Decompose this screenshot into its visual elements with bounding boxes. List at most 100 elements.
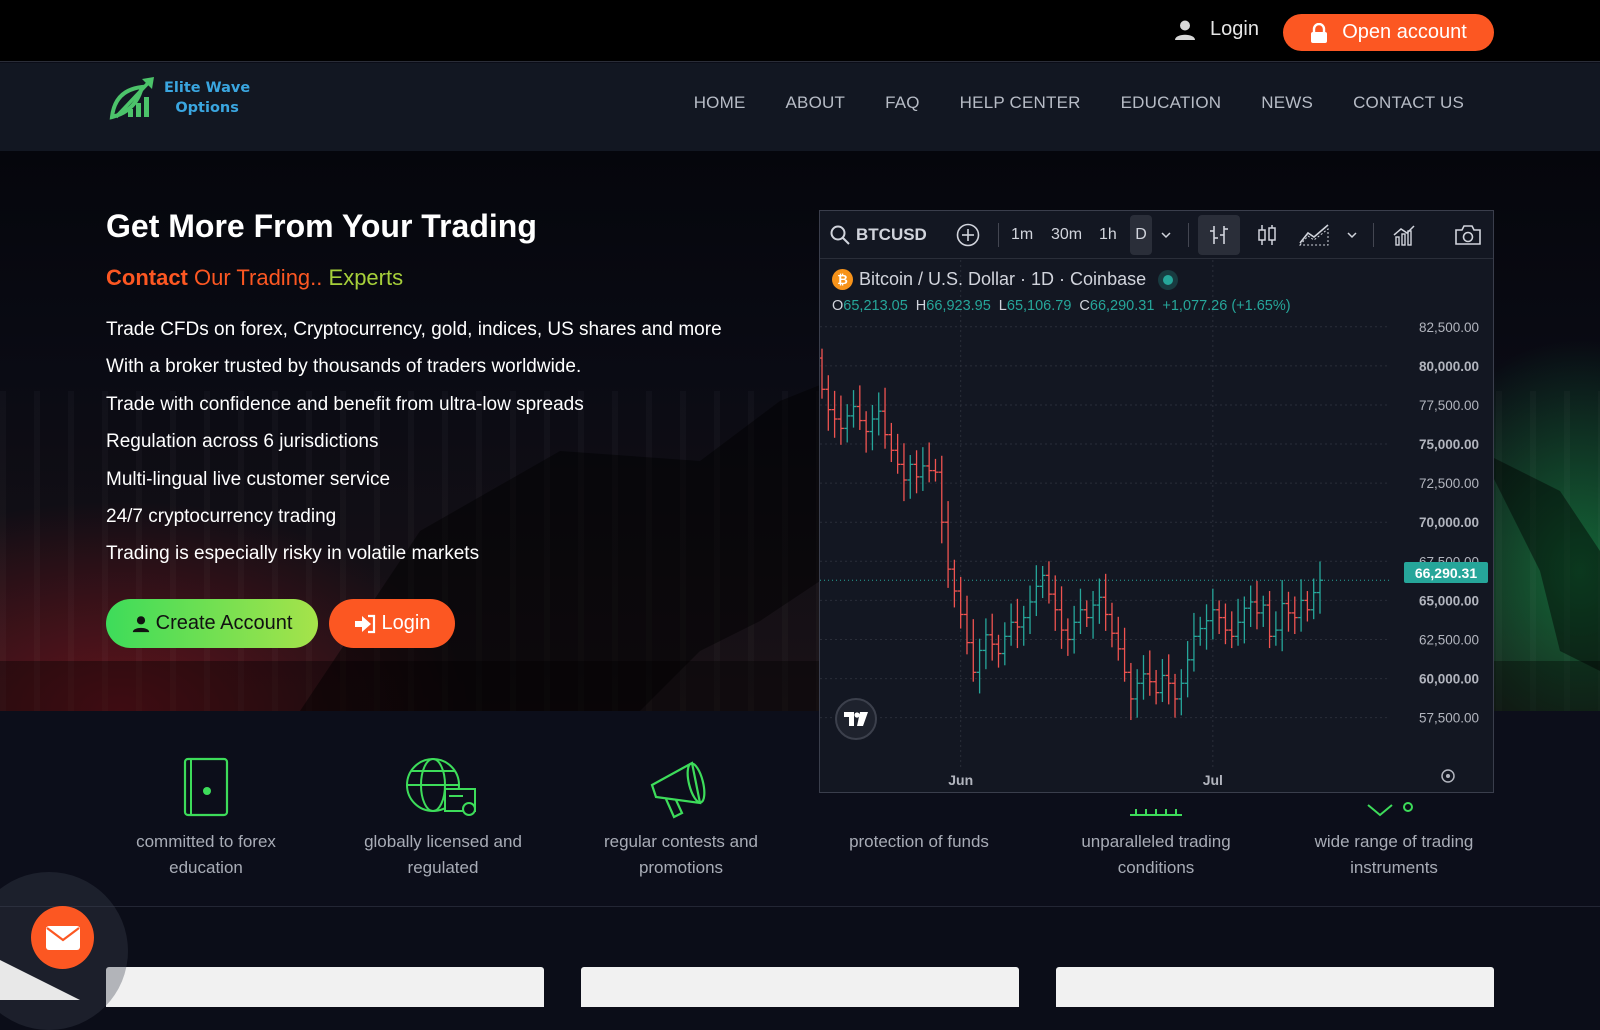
last-price-tag: 66,290.31 — [1404, 562, 1488, 583]
x-tick-label: Jul — [1203, 772, 1223, 788]
toolbar-separator — [1373, 223, 1374, 247]
compare-symbol-button[interactable] — [956, 211, 980, 259]
main-navbar: Elite Wave Options HOME ABOUT FAQ HELP C… — [0, 63, 1600, 151]
hero-tagline: Contact Our Trading.. Experts — [106, 265, 403, 291]
ohlc-change: +1,077.26 (+1.65%) — [1162, 298, 1291, 314]
chart-icon — [1130, 809, 1182, 816]
nav-menu: HOME ABOUT FAQ HELP CENTER EDUCATION NEW… — [694, 93, 1464, 113]
shield-icon — [889, 789, 949, 819]
nav-item-help-center[interactable]: HELP CENTER — [960, 93, 1081, 113]
tradingview-logo-icon[interactable] — [835, 698, 877, 740]
hero-title: Get More From Your Trading — [106, 208, 537, 244]
benefit-label: regular contests and promotions — [603, 832, 759, 877]
hero-login-label: Login — [381, 612, 431, 634]
book-icon — [183, 757, 229, 817]
x-tick-label: Jun — [948, 772, 973, 788]
feature-item: Trading is especially risky in volatile … — [106, 543, 480, 565]
bottom-section — [0, 908, 1600, 1007]
open-account-label: Open account — [1342, 21, 1467, 43]
screenshot-button[interactable] — [1454, 211, 1482, 259]
megaphone-icon — [650, 761, 706, 819]
nav-item-education[interactable]: EDUCATION — [1121, 93, 1222, 113]
nav-item-news[interactable]: NEWS — [1261, 93, 1313, 113]
benefit-item: committed to forex education — [106, 739, 306, 881]
content-card — [106, 967, 544, 1007]
chart-legend: ₿ Bitcoin / U.S. Dollar · 1D · Coinbase — [832, 269, 1179, 290]
content-card — [581, 967, 1019, 1007]
nav-item-contact-us[interactable]: CONTACT US — [1353, 93, 1464, 113]
create-account-button[interactable]: Create Account — [106, 599, 318, 648]
ohlc-close: 66,290.31 — [1089, 298, 1155, 314]
nav-item-about[interactable]: ABOUT — [786, 93, 846, 113]
benefit-label: wide range of trading instruments — [1314, 832, 1474, 877]
bitcoin-icon: ₿ — [832, 269, 853, 290]
chevron-down-icon — [1347, 232, 1357, 239]
brand-name-line2: Options — [175, 100, 239, 116]
market-status-icon — [1158, 269, 1179, 290]
interval-dropdown[interactable] — [1160, 211, 1172, 259]
interval-d[interactable]: D — [1130, 215, 1152, 255]
globe-license-icon — [406, 758, 476, 816]
y-tick-label: 57,500.00 — [1419, 711, 1479, 726]
nav-item-faq[interactable]: FAQ — [885, 93, 920, 113]
ohlc-open-label: O — [832, 298, 844, 314]
ohlc-open: 65,213.05 — [843, 298, 908, 314]
benefit-label: unparalleled trading conditions — [1081, 832, 1231, 877]
instruments-icon — [1367, 802, 1413, 817]
y-tick-label: 62,500.00 — [1419, 632, 1479, 647]
candles-style-button[interactable] — [1256, 211, 1278, 259]
interval-1h[interactable]: 1h — [1099, 211, 1117, 259]
feature-item: Trade with confidence and benefit from u… — [106, 393, 584, 415]
brand-logo[interactable]: Elite Wave Options — [108, 73, 250, 123]
hero-feature-list: Trade CFDs on forex, Cryptocurrency, gol… — [106, 315, 722, 577]
corner-decoration — [0, 960, 80, 1000]
top-login-link[interactable]: Login — [1174, 18, 1259, 41]
nav-item-home[interactable]: HOME — [694, 93, 746, 113]
legend-title: Bitcoin / U.S. Dollar · 1D · Coinbase — [859, 269, 1147, 289]
y-tick-label: 70,000.00 — [1419, 515, 1479, 530]
tagline-experts: Experts — [322, 265, 404, 290]
user-icon — [1175, 20, 1195, 40]
y-tick-label: 60,000.00 — [1419, 672, 1479, 687]
tagline-our-trading: Our Trading.. — [187, 265, 323, 290]
open-account-button[interactable]: Open account — [1283, 14, 1494, 51]
logo-icon — [109, 77, 154, 120]
symbol-name: BTCUSD — [856, 225, 927, 244]
chevron-down-icon — [1161, 232, 1171, 239]
toolbar-separator — [1188, 223, 1189, 247]
create-account-label: Create Account — [155, 612, 293, 634]
top-bar: Login Open account — [0, 0, 1600, 62]
bars-style-button[interactable] — [1198, 215, 1240, 255]
y-tick-label: 65,000.00 — [1419, 593, 1479, 608]
feature-item: Multi-lingual live customer service — [106, 468, 391, 490]
interval-30m[interactable]: 30m — [1051, 211, 1082, 259]
trading-chart-widget[interactable]: BTCUSD 1m 30m 1h D 82,500.00 80,000.00 7… — [819, 210, 1494, 793]
user-icon — [132, 615, 149, 632]
ohlc-low-label: L — [998, 298, 1007, 314]
y-tick-label: 82,500.00 — [1419, 320, 1479, 335]
feature-item: Trade CFDs on forex, Cryptocurrency, gol… — [106, 319, 722, 340]
symbol-search[interactable]: BTCUSD — [830, 211, 927, 259]
add-circle-icon — [956, 223, 980, 247]
chart-style-dropdown[interactable] — [1346, 211, 1358, 259]
bars-icon — [1210, 226, 1228, 244]
brand-name: Elite Wave Options — [164, 78, 250, 118]
toolbar-separator — [998, 223, 999, 247]
benefit-label: committed to forex education — [136, 832, 276, 877]
chart-toolbar: BTCUSD 1m 30m 1h D — [820, 211, 1493, 259]
brand-name-line1: Elite Wave — [164, 80, 251, 96]
price-chart-plot[interactable]: 82,500.00 80,000.00 77,500.00 75,000.00 72,5… — [820, 260, 1493, 792]
camera-icon — [1455, 225, 1481, 245]
hero-login-button[interactable]: Login — [329, 599, 455, 648]
benefit-item: regular contests and promotions — [581, 739, 781, 881]
interval-1m[interactable]: 1m — [1011, 211, 1033, 259]
feature-item: With a broker trusted by thousands of tr… — [106, 356, 582, 378]
search-icon — [830, 225, 850, 245]
area-style-button[interactable] — [1298, 211, 1330, 259]
y-tick-label: 75,000.00 — [1419, 437, 1479, 452]
benefit-label: globally licensed and regulated — [364, 832, 522, 877]
indicators-button[interactable] — [1392, 211, 1416, 259]
indicators-icon — [1393, 225, 1415, 246]
y-tick-label: 80,000.00 — [1419, 359, 1479, 374]
ohlc-low: 65,106.79 — [1006, 298, 1072, 314]
